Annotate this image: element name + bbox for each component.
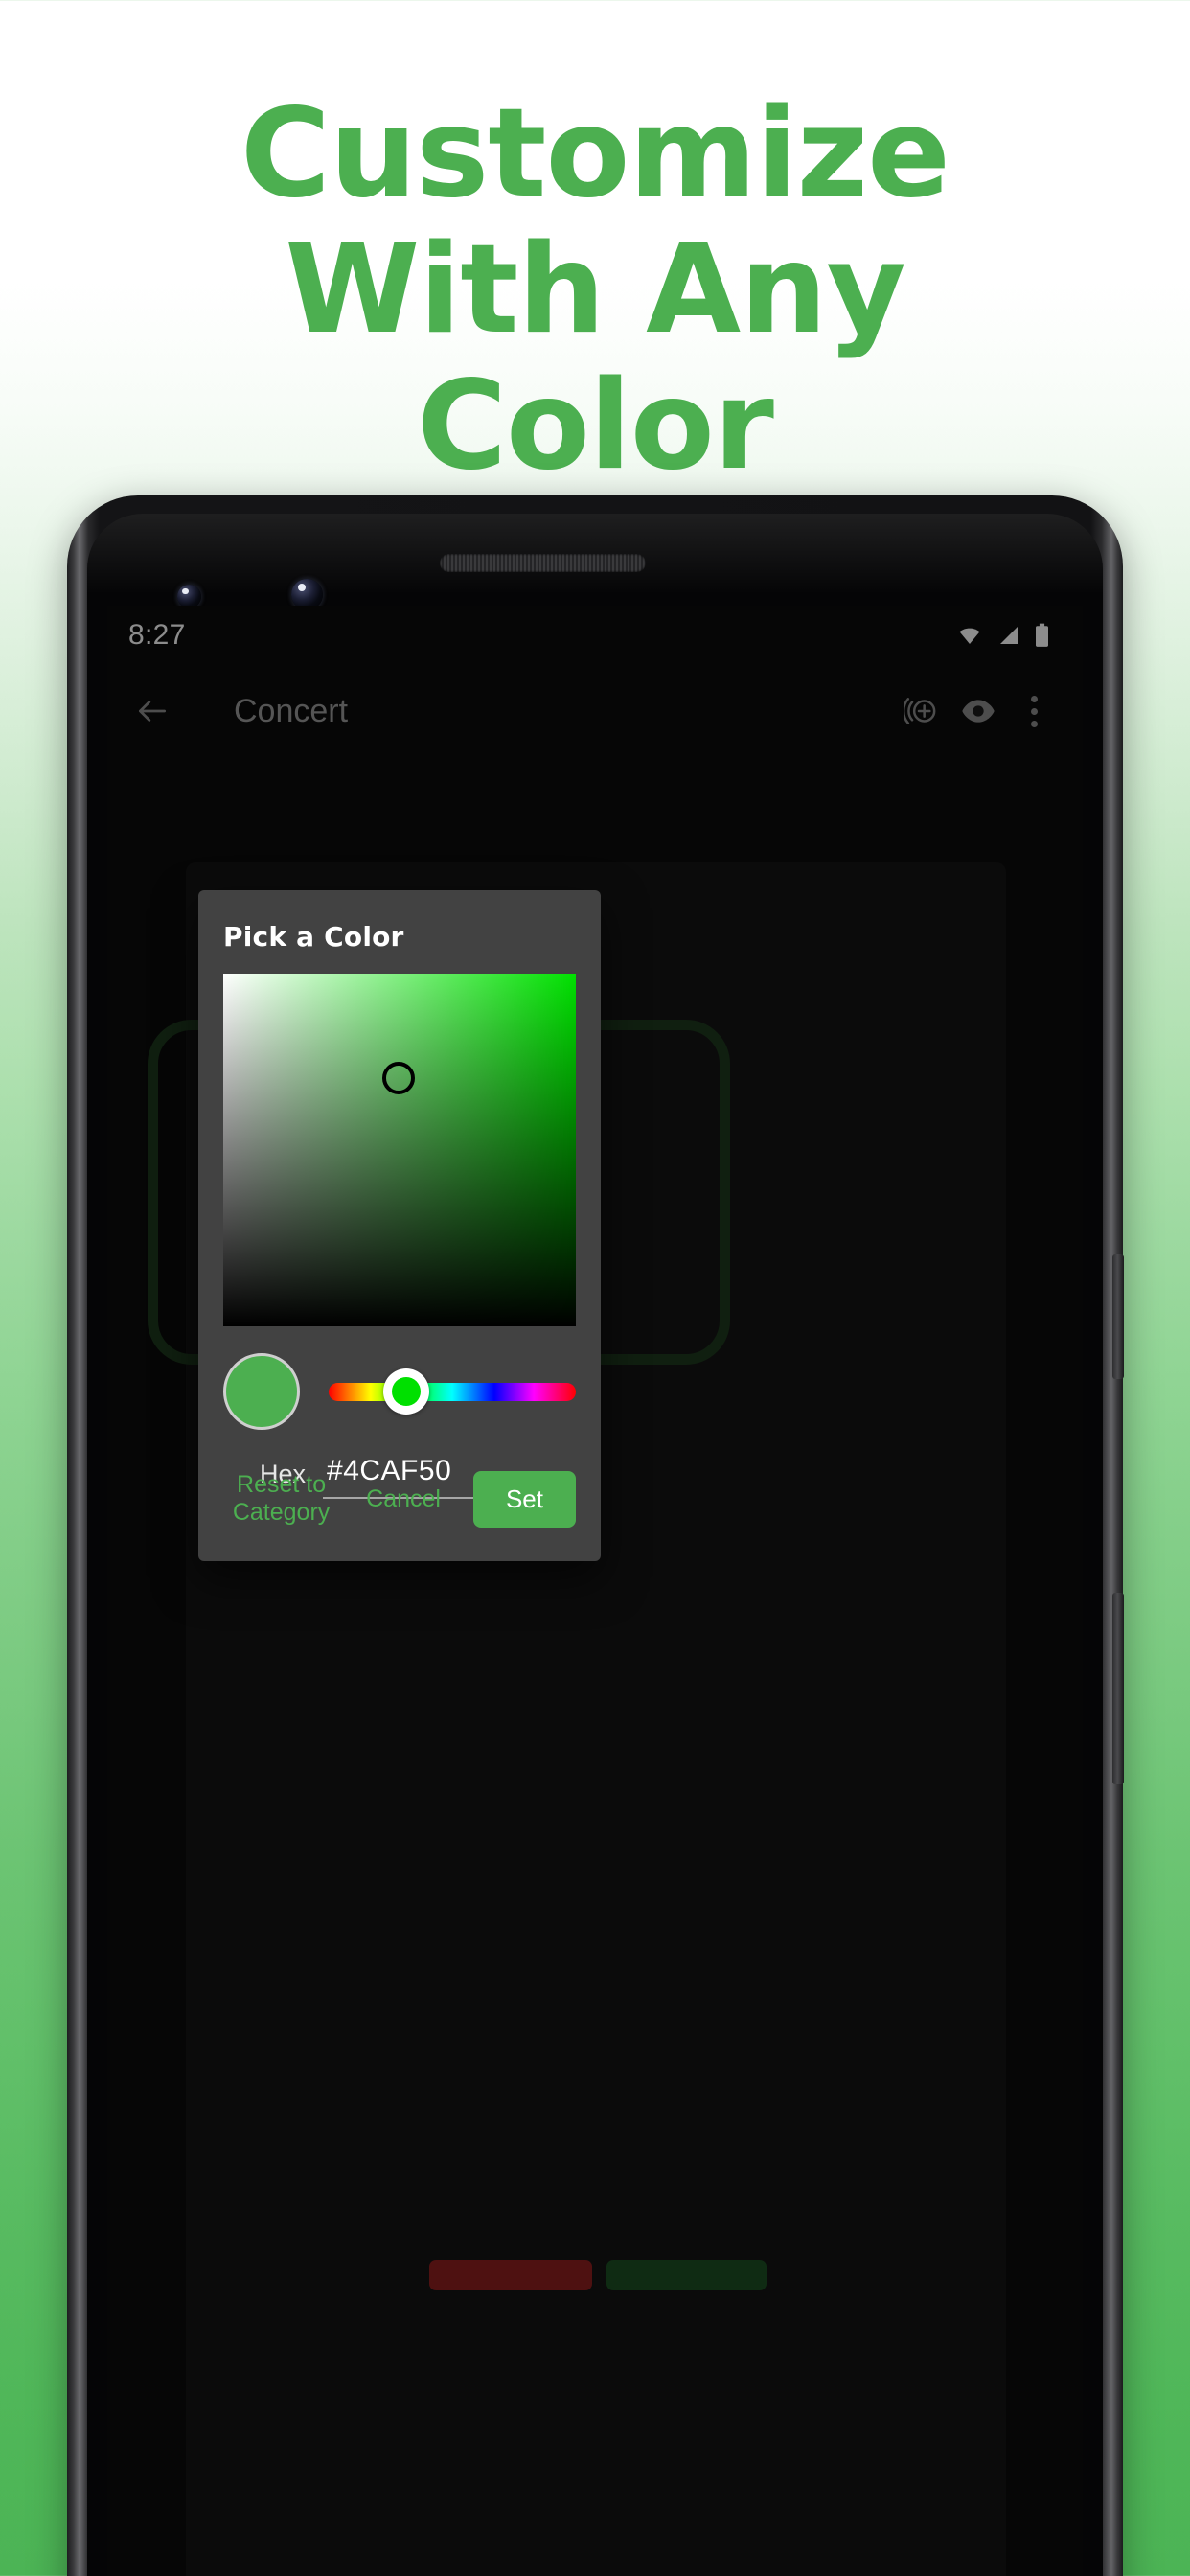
phone-bezel: 8:27 Concert Pick a Color Hex #4CAF50 Re… [87,514,1103,2576]
saturation-value-cursor[interactable] [382,1062,415,1094]
picker-controls-row [223,1351,576,1432]
hue-slider[interactable] [329,1351,576,1432]
headline-line-1: Customize [240,82,950,225]
dialog-actions: Reset to Category Cancel Set [223,1460,576,1538]
cancel-button[interactable]: Cancel [353,1474,454,1525]
hue-slider-thumb[interactable] [383,1368,430,1414]
set-button[interactable]: Set [472,1470,576,1528]
hue-slider-track[interactable] [329,1382,576,1401]
reset-to-category-button[interactable]: Reset to Category [223,1460,353,1538]
dialog-title: Pick a Color [223,921,404,953]
phone-mockup: 8:27 Concert Pick a Color Hex #4CAF50 Re… [67,495,1124,2576]
earpiece-speaker [440,554,646,572]
power-button[interactable] [1112,1254,1124,1379]
phone-screen: 8:27 Concert Pick a Color Hex #4CAF50 Re… [107,606,1083,2576]
pick-a-color-dialog: Pick a Color Hex #4CAF50 Reset to Catego… [198,890,601,1561]
saturation-value-square[interactable] [223,974,576,1326]
promo-headline: Customize With Any Color [0,86,1190,494]
selected-color-swatch [223,1353,300,1430]
volume-button[interactable] [1112,1593,1124,1784]
headline-line-2: With Any [285,218,906,361]
headline-line-3: Color [417,355,774,497]
